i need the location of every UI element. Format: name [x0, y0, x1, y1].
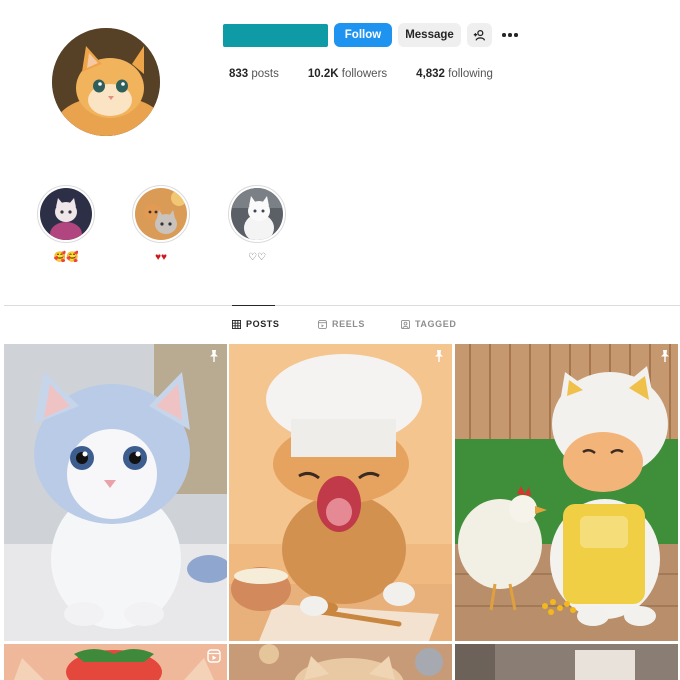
profile-stats: 833 posts 10.2K followers 4,832 followin… [229, 68, 522, 80]
kitten-and-chick-image [455, 344, 678, 641]
blue-kitten-image [4, 344, 227, 641]
more-options-button[interactable] [498, 25, 522, 45]
reels-icon [318, 319, 327, 329]
tagged-icon [401, 319, 410, 329]
follow-button[interactable]: Follow [334, 23, 392, 47]
highlight-cover [231, 188, 283, 240]
add-person-icon [473, 29, 486, 41]
post-tile[interactable] [229, 644, 452, 680]
highlight-ring [37, 185, 95, 243]
post-tile[interactable] [455, 644, 678, 680]
profile-avatar[interactable] [52, 28, 160, 136]
tab-tagged-label: TAGGED [415, 319, 457, 329]
highlight-label: 🥰🥰 [53, 252, 79, 263]
highlight-white-cat-image [231, 188, 283, 240]
posts-stat: 833 posts [229, 68, 279, 80]
suggested-accounts-button[interactable] [467, 23, 492, 47]
dot-icon [508, 33, 512, 37]
highlight-2[interactable]: ♥♥ [132, 185, 190, 264]
followers-stat[interactable]: 10.2K followers [308, 68, 387, 80]
tab-tagged[interactable]: TAGGED [401, 319, 456, 329]
post-tile[interactable] [229, 344, 452, 641]
following-stat[interactable]: 4,832 following [416, 68, 493, 80]
tab-reels[interactable]: REELS [318, 319, 365, 329]
room-window-image [455, 644, 678, 680]
active-tab-indicator [232, 305, 275, 306]
posts-label: posts [251, 68, 279, 80]
strawberry-kitten-image [4, 644, 227, 680]
highlight-1[interactable]: 🥰🥰 [37, 185, 95, 264]
chef-kitten-image [229, 344, 452, 641]
following-count: 4,832 [416, 68, 445, 80]
post-tile[interactable] [455, 344, 678, 641]
highlight-kitten-image [40, 188, 92, 240]
highlight-kittens-image [135, 188, 187, 240]
dot-icon [514, 33, 518, 37]
pinned-icon [661, 350, 669, 362]
post-tile[interactable] [4, 344, 227, 641]
followers-count: 10.2K [307, 68, 339, 80]
dot-icon [502, 33, 506, 37]
pinned-icon [210, 350, 218, 362]
grid-icon [232, 319, 241, 329]
following-label: following [448, 68, 493, 80]
highlight-label: ♥♥ [155, 252, 167, 263]
highlight-ring [132, 185, 190, 243]
pinned-icon [435, 350, 443, 362]
post-tile[interactable] [4, 644, 227, 680]
bokeh-kitten-image [229, 644, 452, 680]
posts-count: 833 [229, 68, 249, 80]
tab-posts-label: POSTS [246, 319, 280, 329]
highlight-ring [228, 185, 286, 243]
tabs-divider [4, 305, 680, 306]
followers-label: followers [341, 68, 388, 80]
tab-reels-label: REELS [332, 319, 366, 329]
username-redaction [223, 24, 328, 47]
avatar-kitten-image [52, 28, 160, 136]
reel-icon [207, 649, 221, 663]
highlight-label: ♡♡ [248, 252, 266, 263]
message-button[interactable]: Message [398, 23, 461, 47]
highlight-cover [135, 188, 187, 240]
tab-posts[interactable]: POSTS [232, 319, 280, 329]
highlight-cover [40, 188, 92, 240]
highlight-3[interactable]: ♡♡ [228, 185, 286, 264]
